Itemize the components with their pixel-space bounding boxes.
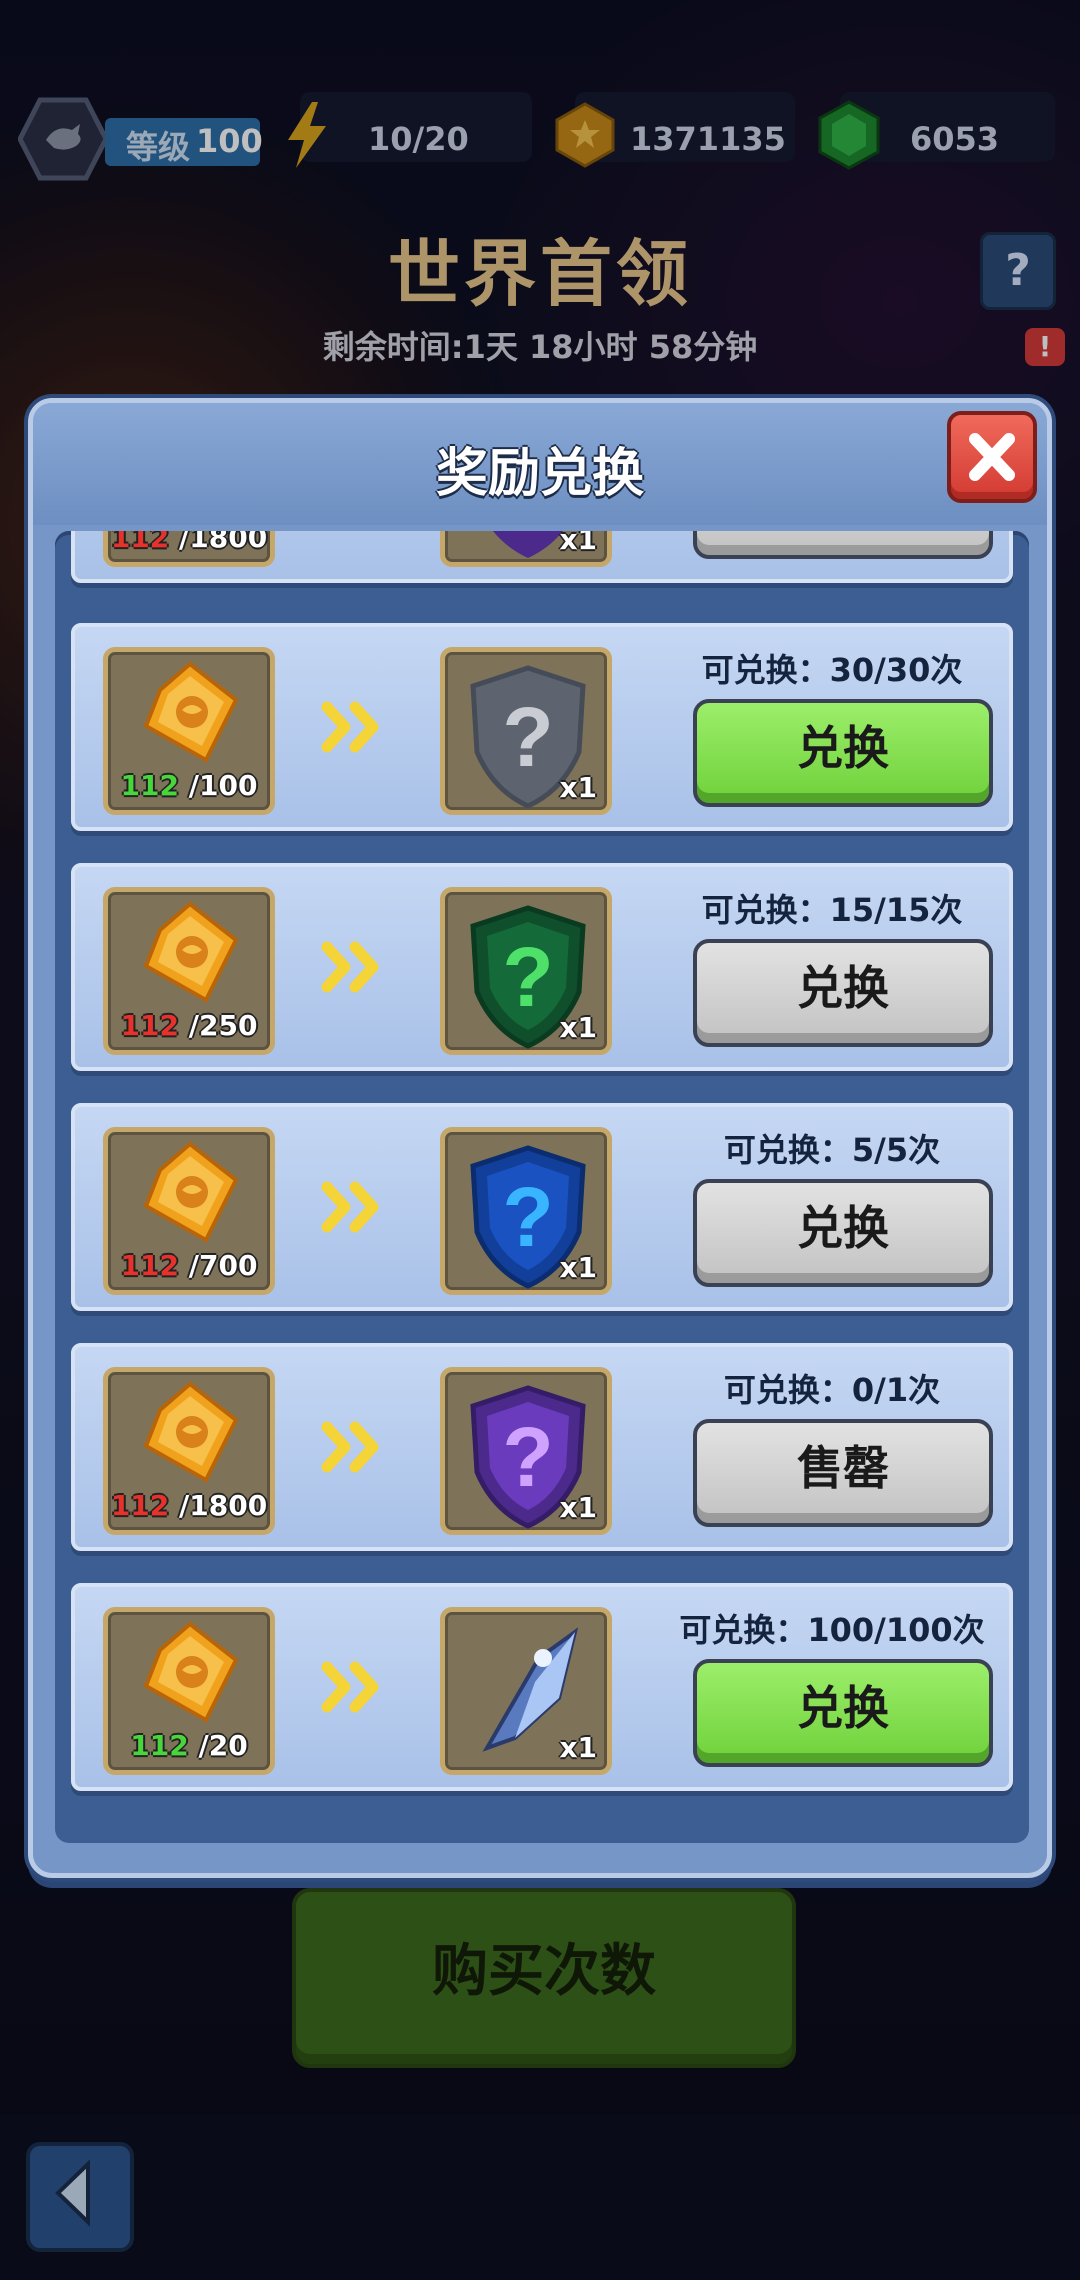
exchange-row: 112 /700 ? x1 可兑换：5/5次 兑换 — [71, 1103, 1013, 1311]
sold-out-button[interactable]: 售罄 — [693, 1419, 993, 1527]
reward-slot: ? x1 — [440, 647, 612, 815]
available-value: 0/1次 — [851, 1371, 941, 1409]
exchange-button[interactable]: 兑换 — [693, 1179, 993, 1287]
reward-qty: x1 — [559, 1251, 597, 1284]
available-count: 可兑换：5/5次 — [667, 1125, 997, 1171]
cost-need: /1800 — [179, 1489, 268, 1522]
reward-qty: x1 — [559, 1491, 597, 1524]
svg-text:?: ? — [502, 690, 553, 784]
reward-slot: x1 — [440, 1607, 612, 1775]
reward-slot: ? x1 — [440, 1367, 612, 1535]
cost-slot: 112 /250 — [103, 887, 275, 1055]
close-button[interactable] — [947, 411, 1037, 503]
cost-need: /1800 — [179, 531, 268, 554]
medal-token-icon — [143, 661, 239, 763]
exchange-row: 112 /20 x1 可兑换：100/100次 兑换 — [71, 1583, 1013, 1791]
available-value: 100/100次 — [807, 1611, 985, 1649]
cost-slot: 112 /1800 — [103, 1367, 275, 1535]
chevron-right-icon — [321, 1421, 379, 1473]
available-label: 可兑换： — [723, 1371, 852, 1409]
cost-have: 112 — [120, 769, 179, 802]
available-count: 可兑换：15/15次 — [667, 885, 997, 931]
exchange-button[interactable]: 兑换 — [693, 939, 993, 1047]
exchange-row-partial: 112 /1800 x1 — [71, 531, 1013, 583]
available-count: 可兑换：0/1次 — [667, 1365, 997, 1411]
medal-token-icon — [143, 901, 239, 1003]
svg-text:?: ? — [502, 1410, 553, 1504]
cost-have: 112 — [120, 1009, 179, 1042]
reward-qty: x1 — [559, 771, 597, 804]
cost-need: /100 — [188, 769, 258, 802]
exchange-row: 112 /1800 ? x1 可兑换：0/1次 售罄 — [71, 1343, 1013, 1551]
svg-text:?: ? — [502, 930, 553, 1024]
exchange-row: 112 /100 ? x1 可兑换：30/30次 兑换 — [71, 623, 1013, 831]
cost-have: 112 — [130, 1729, 189, 1762]
cost-slot: 112 /100 — [103, 647, 275, 815]
reward-slot: ? x1 — [440, 1127, 612, 1295]
reward-qty: x1 — [559, 1011, 597, 1044]
cost-need: /250 — [188, 1009, 258, 1042]
exchange-button[interactable] — [693, 531, 993, 559]
available-label: 可兑换： — [679, 1611, 808, 1649]
cost-slot: 112 /1800 — [103, 531, 275, 567]
available-value: 5/5次 — [851, 1131, 941, 1169]
exchange-list[interactable]: 112 /1800 x1 112 /100 ? x1 可兑换：30/30次 兑换… — [55, 531, 1029, 1843]
close-icon — [969, 433, 1015, 481]
reward-qty: x1 — [559, 1731, 597, 1764]
cost-have: 112 — [110, 1489, 170, 1522]
available-value: 15/15次 — [829, 891, 963, 929]
medal-token-icon — [143, 1141, 239, 1243]
chevron-right-icon — [321, 1181, 379, 1233]
exchange-button[interactable]: 兑换 — [693, 699, 993, 807]
reward-exchange-dialog: 奖励兑换 112 /1800 x1 112 /100 ? x1 可兑换：30/3… — [28, 398, 1052, 1878]
available-count: 可兑换：30/30次 — [667, 645, 997, 691]
reward-slot: x1 — [440, 531, 612, 567]
medal-token-icon — [143, 1381, 239, 1483]
available-value: 30/30次 — [829, 651, 963, 689]
cost-slot: 112 /20 — [103, 1607, 275, 1775]
cost-need: /700 — [188, 1249, 258, 1282]
medal-token-icon — [143, 1621, 239, 1723]
chevron-right-icon — [321, 701, 379, 753]
available-label: 可兑换： — [723, 1131, 852, 1169]
reward-qty: x1 — [559, 531, 597, 556]
exchange-button[interactable]: 兑换 — [693, 1659, 993, 1767]
cost-have: 112 — [110, 531, 170, 554]
available-count: 可兑换：100/100次 — [667, 1605, 997, 1651]
cost-need: /20 — [198, 1729, 248, 1762]
dialog-title: 奖励兑换 — [435, 444, 644, 504]
reward-slot: ? x1 — [440, 887, 612, 1055]
exchange-row: 112 /250 ? x1 可兑换：15/15次 兑换 — [71, 863, 1013, 1071]
cost-have: 112 — [120, 1249, 179, 1282]
available-label: 可兑换： — [701, 891, 830, 929]
svg-text:?: ? — [502, 1170, 553, 1264]
chevron-right-icon — [321, 941, 379, 993]
cost-slot: 112 /700 — [103, 1127, 275, 1295]
chevron-right-icon — [321, 1661, 379, 1713]
available-label: 可兑换： — [701, 651, 830, 689]
